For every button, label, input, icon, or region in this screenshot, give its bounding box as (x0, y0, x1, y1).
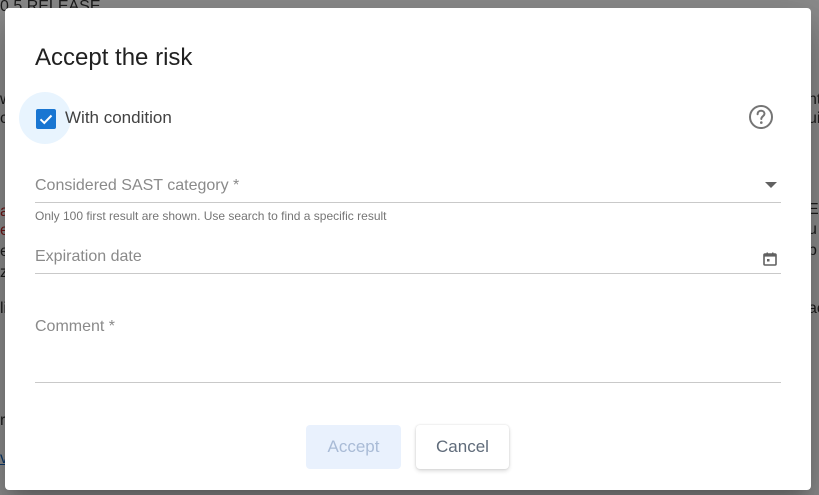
accept-risk-dialog: Accept the risk With condition Considere… (5, 8, 811, 490)
checkbox-label[interactable]: With condition (65, 108, 172, 128)
sast-category-select[interactable]: Considered SAST category * (35, 168, 781, 203)
checkbox-checked-icon[interactable] (36, 109, 56, 129)
dropdown-arrow-icon[interactable] (765, 182, 777, 188)
sast-category-label: Considered SAST category * (35, 177, 240, 194)
expiration-date-field[interactable]: Expiration date (35, 240, 781, 274)
expiration-date-label: Expiration date (35, 248, 142, 265)
accept-button[interactable]: Accept (306, 425, 401, 469)
comment-field[interactable]: Comment * (35, 308, 781, 383)
cancel-button[interactable]: Cancel (416, 425, 509, 469)
with-condition-checkbox[interactable]: With condition (19, 92, 779, 144)
dialog-title: Accept the risk (35, 44, 193, 71)
comment-label: Comment * (35, 318, 116, 335)
category-hint: Only 100 first result are shown. Use sea… (35, 209, 387, 223)
calendar-icon[interactable] (763, 252, 777, 266)
help-icon[interactable] (748, 104, 774, 130)
